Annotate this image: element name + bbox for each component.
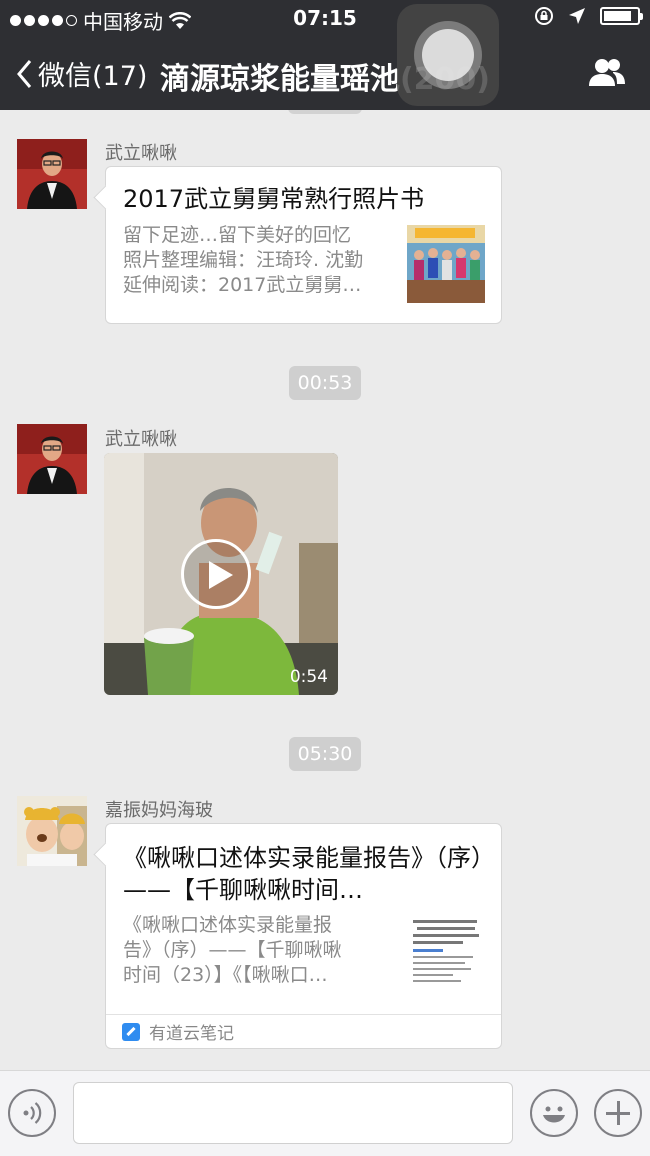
video-duration: 0:54 (289, 667, 328, 687)
previous-timestamp (288, 110, 362, 114)
sender-name: 武立啾啾 (105, 143, 177, 164)
chat-title: 滴源琼浆能量瑶池(200) (159, 62, 491, 97)
avatar[interactable] (17, 424, 87, 494)
link-card[interactable]: 《啾啾口述体实录能量报告》（序）——【千聊啾啾时间… 《啾啾口述体实录能量报 告… (105, 823, 502, 1049)
assistive-touch-button[interactable] (397, 4, 499, 106)
battery-icon (600, 7, 643, 25)
avatar[interactable] (17, 796, 87, 866)
avatar[interactable] (17, 139, 87, 209)
card-desc-line: 告》（序）——【千聊啾啾 (123, 939, 342, 961)
timestamp-label: 00:53 (288, 366, 362, 400)
sender-name: 嘉振妈妈海玻 (105, 800, 213, 821)
emoji-button[interactable] (530, 1089, 578, 1137)
video-message[interactable]: 0:54 (104, 453, 338, 695)
card-thumbnail (407, 916, 485, 994)
card-desc-line: 延伸阅读：2017武立舅舅… (123, 274, 362, 296)
timestamp-label: 05:30 (288, 737, 362, 771)
chat-area: 武立啾啾 2017武立舅舅常熟行照片书 留下足迹…留下美好的回忆 照片整理编辑：… (0, 110, 650, 1070)
header: 中国移动 07:15 微信(17) 滴源琼浆能量瑶池(200) (0, 0, 650, 110)
message-input[interactable] (73, 1082, 513, 1144)
card-title: 2017武立舅舅常熟行照片书 (123, 185, 425, 213)
rotation-lock-icon (535, 7, 553, 25)
more-button[interactable] (594, 1089, 642, 1137)
timestamp: 00:53 (0, 366, 650, 400)
sender-name: 武立啾啾 (105, 429, 177, 450)
card-desc-line: 《啾啾口述体实录能量报 (123, 914, 333, 936)
card-thumbnail (407, 225, 485, 303)
input-bar (0, 1070, 650, 1156)
card-description: 《啾啾口述体实录能量报 告》（序）——【千聊啾啾 时间（23）】《【啾啾口… (123, 913, 383, 988)
youdao-note-icon (122, 1022, 140, 1041)
timestamp: 05:30 (0, 737, 650, 771)
card-title: 《啾啾口述体实录能量报告》（序）——【千聊啾啾时间… (123, 844, 483, 904)
card-desc-line: 照片整理编辑：汪琦玲. 沈勤 (123, 249, 364, 271)
card-source: 有道云笔记 (106, 1014, 501, 1048)
play-icon[interactable] (181, 539, 251, 609)
voice-button[interactable] (8, 1089, 56, 1137)
card-source-label: 有道云笔记 (149, 1024, 234, 1044)
card-desc-line: 时间（23）】《【啾啾口… (123, 964, 328, 986)
status-bar: 中国移动 07:15 (0, 0, 650, 36)
nav-bar: 微信(17) 滴源琼浆能量瑶池(200) (0, 36, 650, 110)
card-description: 留下足迹…留下美好的回忆 照片整理编辑：汪琦玲. 沈勤 延伸阅读：2017武立舅… (123, 223, 385, 298)
group-members-icon[interactable] (586, 56, 628, 88)
smiley-icon (543, 1106, 565, 1123)
link-card[interactable]: 2017武立舅舅常熟行照片书 留下足迹…留下美好的回忆 照片整理编辑：汪琦玲. … (105, 166, 502, 324)
card-desc-line: 留下足迹…留下美好的回忆 (123, 224, 352, 246)
location-arrow-icon (569, 8, 585, 24)
voice-icon (23, 1102, 42, 1124)
